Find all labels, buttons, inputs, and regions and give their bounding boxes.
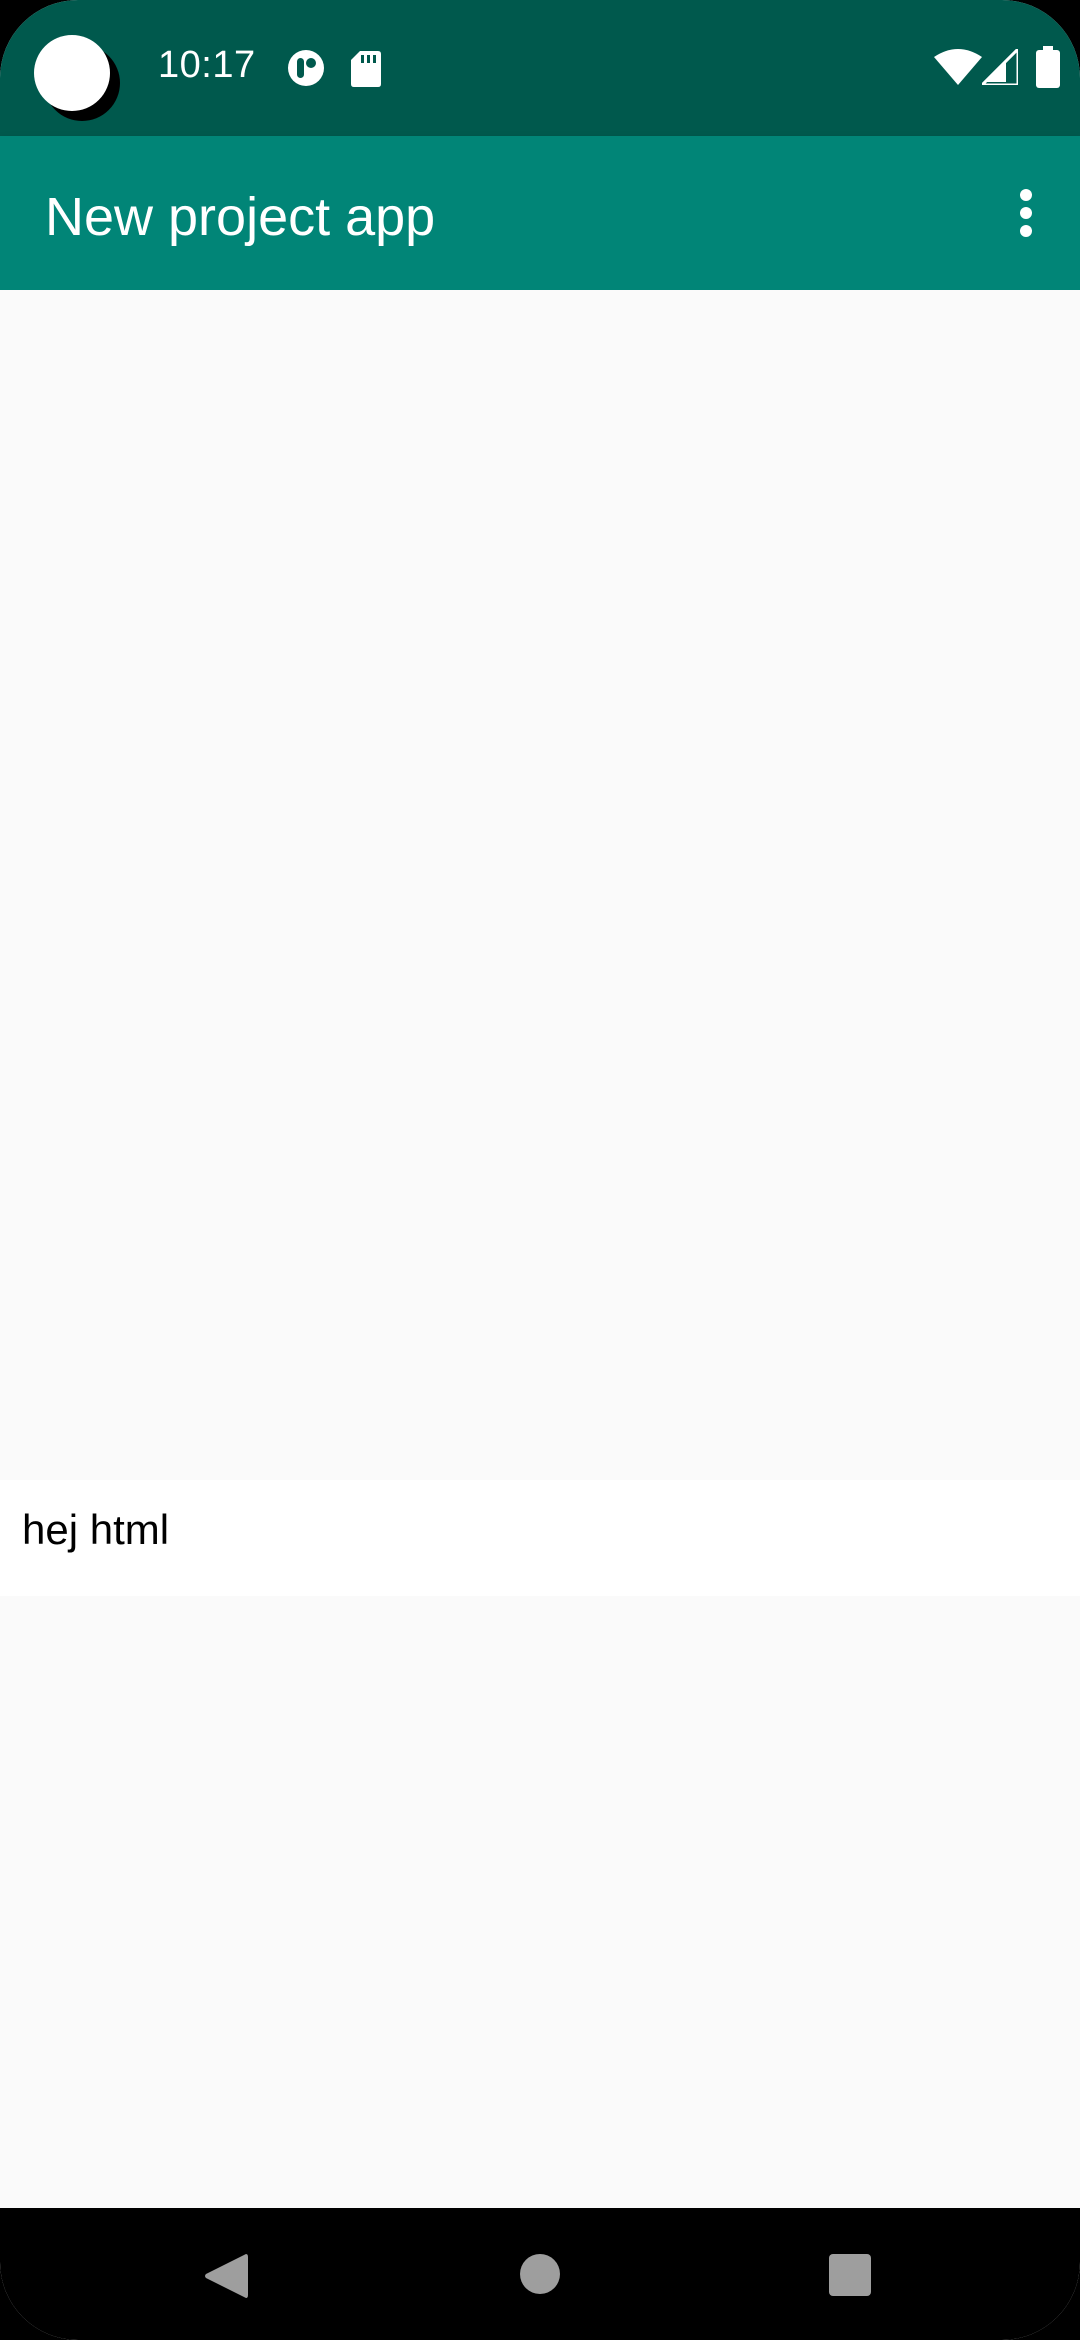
app-notification-icon [288, 50, 324, 86]
home-icon[interactable] [520, 2254, 560, 2294]
app-bar: New project app [0, 136, 1080, 290]
app-title: New project app [45, 187, 436, 247]
wifi-icon [934, 49, 982, 85]
web-content-row: hej html [0, 1480, 1080, 1596]
web-text: hej html [22, 1506, 170, 1553]
overflow-menu-button[interactable] [990, 167, 1062, 259]
camera-cutout [34, 35, 110, 111]
sd-card-icon [351, 51, 381, 87]
cellular-signal-icon [982, 49, 1018, 85]
status-bar: 10:17 [0, 0, 1080, 136]
more-vert-icon [1020, 189, 1032, 237]
status-time: 10:17 [158, 44, 256, 86]
phone-screen: 10:17 New project app hej html [0, 0, 1080, 2340]
recents-icon[interactable] [829, 2254, 871, 2296]
webview-content[interactable]: hej html [0, 290, 1080, 2208]
navigation-bar [0, 2208, 1080, 2340]
back-icon[interactable] [204, 2252, 248, 2300]
battery-icon [1036, 46, 1060, 88]
